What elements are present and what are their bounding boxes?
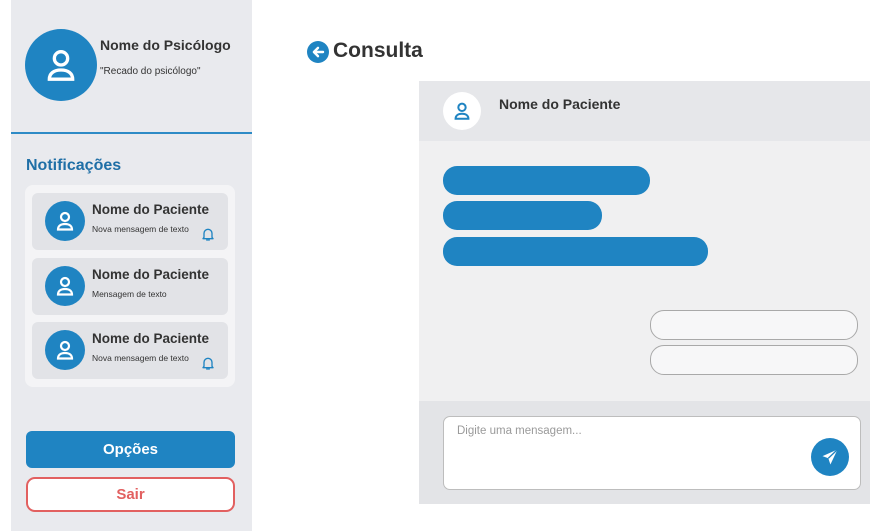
notification-item[interactable]: Nome do Paciente Nova mensagem de texto <box>32 322 228 379</box>
bell-icon <box>202 357 214 370</box>
arrow-left-circle-icon[interactable] <box>307 41 329 63</box>
chat-patient-avatar <box>443 92 481 130</box>
outgoing-message-bubble <box>650 310 858 340</box>
psychologist-name: Nome do Psicólogo <box>100 37 231 53</box>
send-icon <box>822 449 838 465</box>
psychologist-avatar <box>25 29 97 101</box>
incoming-message-bubble <box>443 201 602 230</box>
user-icon <box>56 276 74 296</box>
notification-message: Nova mensagem de texto <box>92 224 189 234</box>
outgoing-message-bubble <box>650 345 858 375</box>
exit-button[interactable]: Sair <box>26 477 235 512</box>
notification-item[interactable]: Nome do Paciente Mensagem de texto <box>32 258 228 315</box>
patient-avatar <box>45 201 85 241</box>
options-button[interactable]: Opções <box>26 431 235 468</box>
incoming-message-bubble <box>443 166 650 195</box>
sidebar: Nome do Psicólogo "Recado do psicólogo" … <box>11 0 252 531</box>
notification-patient-name: Nome do Paciente <box>92 202 210 217</box>
user-icon <box>56 340 74 360</box>
message-composer <box>443 416 861 490</box>
page-title: Consulta <box>333 39 423 62</box>
notifications-title: Notificações <box>26 157 122 174</box>
message-input[interactable] <box>457 425 787 437</box>
user-icon <box>454 102 470 120</box>
composer-bar <box>419 401 870 504</box>
profile-divider <box>11 132 252 134</box>
bell-icon <box>202 228 214 241</box>
chat-panel: Nome do Paciente <box>419 81 870 504</box>
patient-avatar <box>45 330 85 370</box>
user-icon <box>47 50 75 81</box>
chat-patient-name: Nome do Paciente <box>499 96 621 112</box>
chat-header: Nome do Paciente <box>419 81 870 141</box>
notification-message: Mensagem de texto <box>92 289 167 299</box>
notification-patient-name: Nome do Paciente <box>92 331 210 346</box>
notification-patient-name: Nome do Paciente <box>92 267 210 282</box>
user-icon <box>56 211 74 231</box>
psychologist-profile: Nome do Psicólogo "Recado do psicólogo" <box>11 0 252 133</box>
notifications-panel: Nome do Paciente Nova mensagem de texto … <box>25 185 235 387</box>
send-button[interactable] <box>811 438 849 476</box>
notification-item[interactable]: Nome do Paciente Nova mensagem de texto <box>32 193 228 250</box>
psychologist-note: "Recado do psicólogo" <box>100 66 201 77</box>
patient-avatar <box>45 266 85 306</box>
notification-message: Nova mensagem de texto <box>92 353 189 363</box>
incoming-message-bubble <box>443 237 708 266</box>
